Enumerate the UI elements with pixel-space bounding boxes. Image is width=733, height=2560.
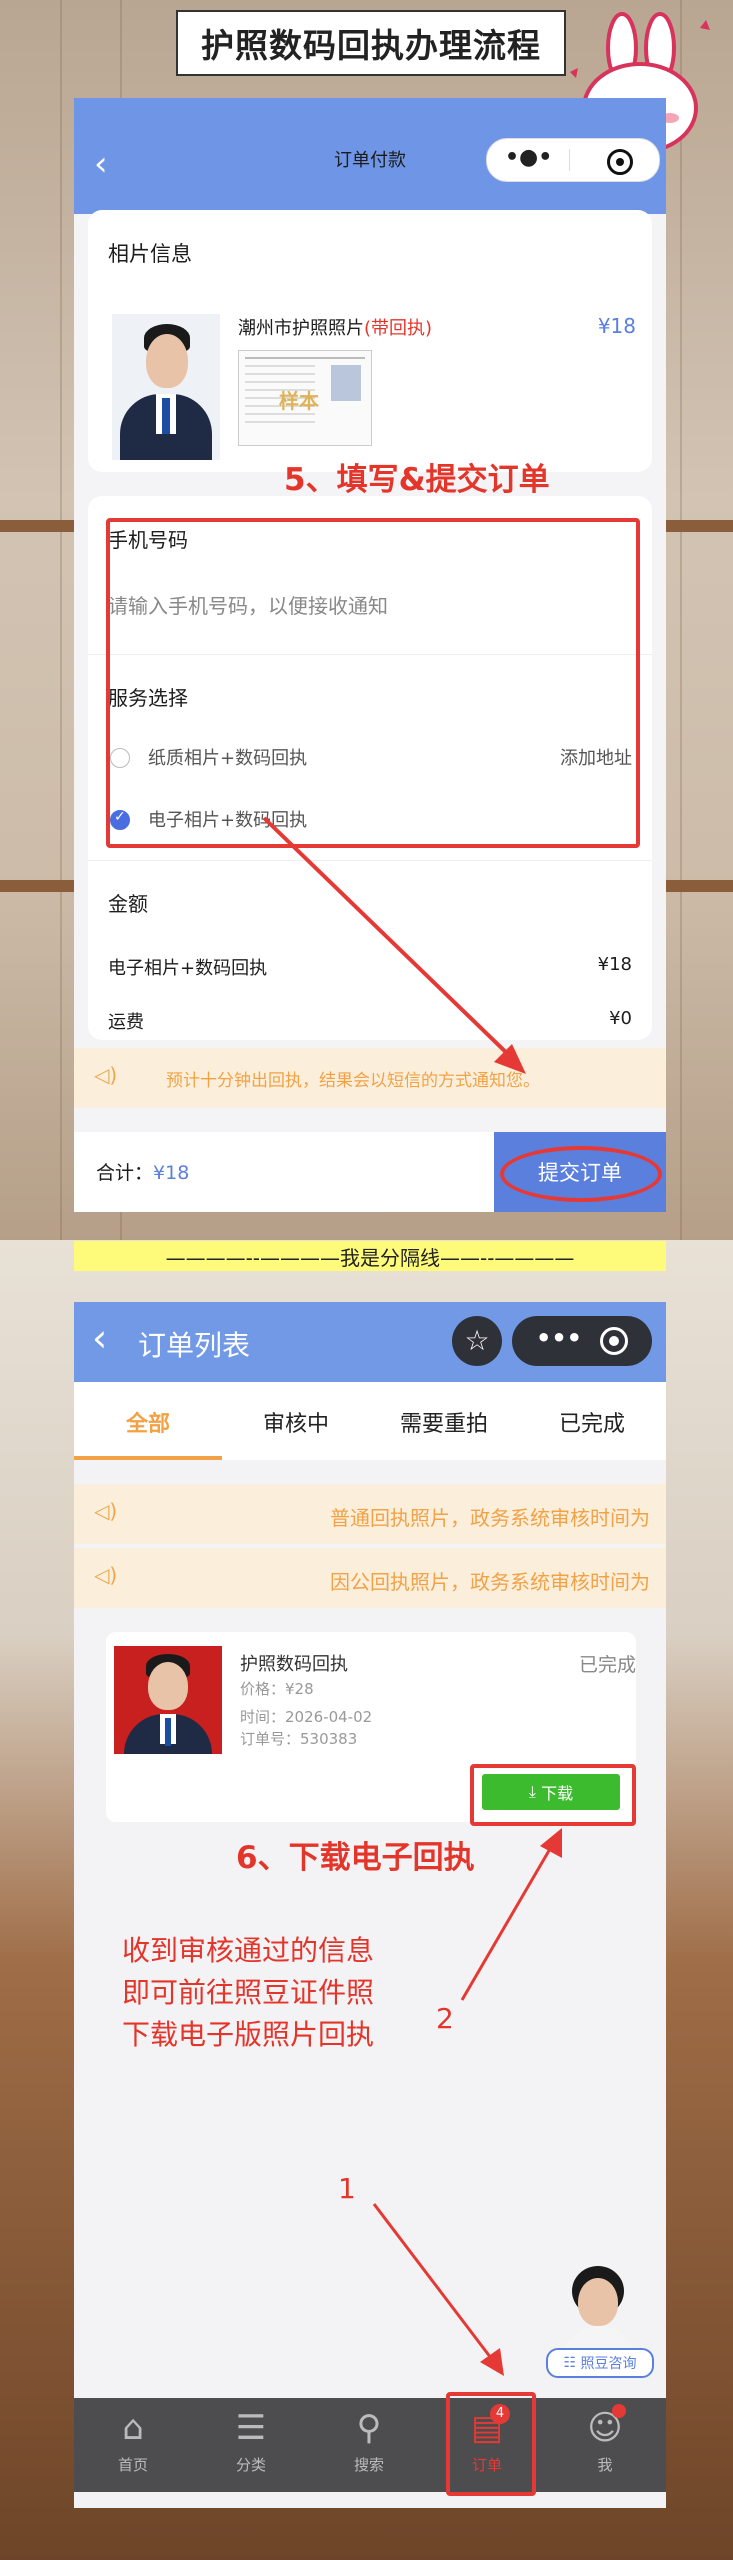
consult-bubble[interactable]: ☷ 照豆咨询 bbox=[546, 2348, 654, 2378]
photo-info-card: 相片信息 潮州市护照照片(带回执) ¥18 样本 bbox=[88, 210, 652, 472]
product-name: 潮州市护照照片 bbox=[238, 318, 364, 339]
star-icon[interactable]: ☆ bbox=[452, 1316, 502, 1366]
nav-bar-2: ‹ 订单列表 ☆ ••• bbox=[74, 1302, 666, 1382]
tab-home[interactable]: ⌂ 首页 bbox=[74, 2398, 192, 2492]
notice-row-2: ◁) 因公回执照片，政务系统审核时间为 bbox=[74, 1548, 666, 1608]
list-icon: ☰ bbox=[235, 2408, 267, 2448]
shelf-left-lower bbox=[0, 880, 74, 892]
shelf-left bbox=[0, 520, 74, 532]
product-price: ¥18 bbox=[597, 314, 636, 338]
user-icon: ☺ bbox=[587, 2408, 623, 2448]
tab-home-label: 首页 bbox=[117, 2456, 148, 2474]
product-name-row: 潮州市护照照片(带回执) bbox=[238, 314, 432, 340]
tab-completed[interactable]: 已完成 bbox=[518, 1406, 666, 1438]
close-target-icon[interactable] bbox=[607, 149, 633, 175]
shelf-right bbox=[666, 520, 733, 532]
form-highlight-box bbox=[106, 518, 640, 848]
download-highlight-box bbox=[470, 1764, 636, 1826]
separator-line: ————--————我是分隔线——--———— bbox=[74, 1241, 666, 1271]
home-icon: ⌂ bbox=[122, 2408, 144, 2448]
speaker-icon: ◁) bbox=[94, 1063, 118, 1087]
more-icon[interactable]: •●• bbox=[505, 145, 552, 170]
section-photo-title: 相片信息 bbox=[108, 242, 192, 266]
search-icon: ⚲ bbox=[356, 2408, 382, 2448]
consult-avatar[interactable]: ☷ 照豆咨询 bbox=[544, 2262, 654, 2382]
order-name: 护照数码回执 bbox=[240, 1654, 348, 1675]
consult-label: 照豆咨询 bbox=[580, 2356, 637, 2372]
banner-title: 护照数码回执办理流程 bbox=[176, 10, 566, 76]
bottom-tab-bar: ⌂ 首页 ☰ 分类 ⚲ 搜索 ▤ 订单 4 ☺ 我 bbox=[74, 2392, 666, 2496]
step-number-1: 1 bbox=[338, 2172, 356, 2205]
line1-label: 电子相片+数码回执 bbox=[108, 958, 268, 979]
tab-all[interactable]: 全部 bbox=[74, 1406, 222, 1438]
tab-me[interactable]: ☺ 我 bbox=[546, 2398, 664, 2492]
total-label: 合计： bbox=[96, 1162, 154, 1184]
tab-reviewing[interactable]: 审核中 bbox=[222, 1406, 370, 1438]
notice-1: 普通回执照片，政务系统审核时间为 bbox=[330, 1506, 650, 1530]
order-time: 时间：2026-04-02 bbox=[240, 1708, 373, 1726]
more-icon[interactable]: ••• bbox=[536, 1324, 582, 1352]
speaker-icon: ◁) bbox=[94, 1499, 118, 1523]
freight-value: ¥0 bbox=[609, 1008, 632, 1029]
instruction-text: 收到审核通过的信息 即可前往照豆证件照 下载电子版照片回执 bbox=[122, 1930, 374, 2056]
step6-annotation: 6、下载电子回执 bbox=[236, 1840, 475, 1876]
instruction-line: 即可前往照豆证件照 bbox=[122, 1976, 375, 2009]
checkout-bar: 合计：¥18 提交订单 bbox=[74, 1132, 666, 1212]
active-tab-indicator bbox=[74, 1456, 222, 1460]
order-price: 价格：¥28 bbox=[240, 1680, 314, 1698]
instruction-line: 下载电子版照片回执 bbox=[122, 2018, 375, 2051]
submit-highlight-ellipse bbox=[500, 1146, 662, 1202]
line1-value: ¥18 bbox=[597, 954, 632, 975]
tab-category[interactable]: ☰ 分类 bbox=[192, 2398, 310, 2492]
shelf-right-lower bbox=[666, 880, 733, 892]
back-arrow-icon[interactable]: ‹ bbox=[92, 1316, 107, 1360]
nav-bar: ‹ 订单付款 •●• bbox=[74, 98, 666, 214]
mini-program-capsule-2[interactable]: ••• bbox=[512, 1316, 652, 1366]
speaker-icon: ◁) bbox=[94, 1563, 118, 1587]
tab-me-label: 我 bbox=[597, 2456, 613, 2474]
tab-category-label: 分类 bbox=[235, 2456, 266, 2474]
order-payment-screen: ‹ 订单付款 •●• 相片信息 潮州市护照照片(带回执) ¥18 样本 5、填写… bbox=[74, 98, 666, 1212]
id-photo-thumbnail bbox=[112, 314, 220, 460]
mini-program-capsule[interactable]: •●• bbox=[486, 138, 660, 182]
notice-2: 因公回执照片，政务系统审核时间为 bbox=[330, 1570, 650, 1594]
notice-bar: ◁) 预计十分钟出回执，结果会以短信的方式通知您。 bbox=[74, 1048, 666, 1108]
tab-search[interactable]: ⚲ 搜索 bbox=[310, 2398, 428, 2492]
order-number: 订单号：530383 bbox=[240, 1730, 358, 1748]
order-photo bbox=[114, 1646, 222, 1754]
me-dot bbox=[612, 2404, 626, 2418]
step5-annotation: 5、填写&提交订单 bbox=[284, 462, 550, 498]
receipt-sample-image: 样本 bbox=[238, 350, 372, 446]
step-number-2: 2 bbox=[436, 2002, 454, 2035]
close-target-icon[interactable] bbox=[600, 1327, 628, 1355]
order-status: 已完成 bbox=[578, 1654, 636, 1676]
sample-stamp: 样本 bbox=[279, 389, 319, 413]
order-list-screen: ‹ 订单列表 ☆ ••• 全部 审核中 需要重拍 已完成 ◁) 普通回执照片，政… bbox=[74, 1302, 666, 2508]
status-tabs: 全部 审核中 需要重拍 已完成 bbox=[74, 1382, 666, 1460]
notice-text: 预计十分钟出回执，结果会以短信的方式通知您。 bbox=[166, 1071, 540, 1091]
product-tag: (带回执) bbox=[364, 318, 433, 339]
total-value: ¥18 bbox=[153, 1162, 190, 1184]
chat-icon: ☷ bbox=[563, 2355, 581, 2371]
page-title-2: 订单列表 bbox=[138, 1329, 251, 1362]
amount-label: 金额 bbox=[108, 892, 148, 916]
total-row: 合计：¥18 bbox=[96, 1158, 189, 1185]
instruction-line: 收到审核通过的信息 bbox=[122, 1934, 375, 1967]
tab-retake[interactable]: 需要重拍 bbox=[370, 1406, 518, 1438]
notice-row-1: ◁) 普通回执照片，政务系统审核时间为 bbox=[74, 1484, 666, 1544]
tab-search-label: 搜索 bbox=[353, 2456, 384, 2474]
orders-tab-highlight bbox=[446, 2392, 536, 2496]
freight-label: 运费 bbox=[108, 1012, 144, 1033]
